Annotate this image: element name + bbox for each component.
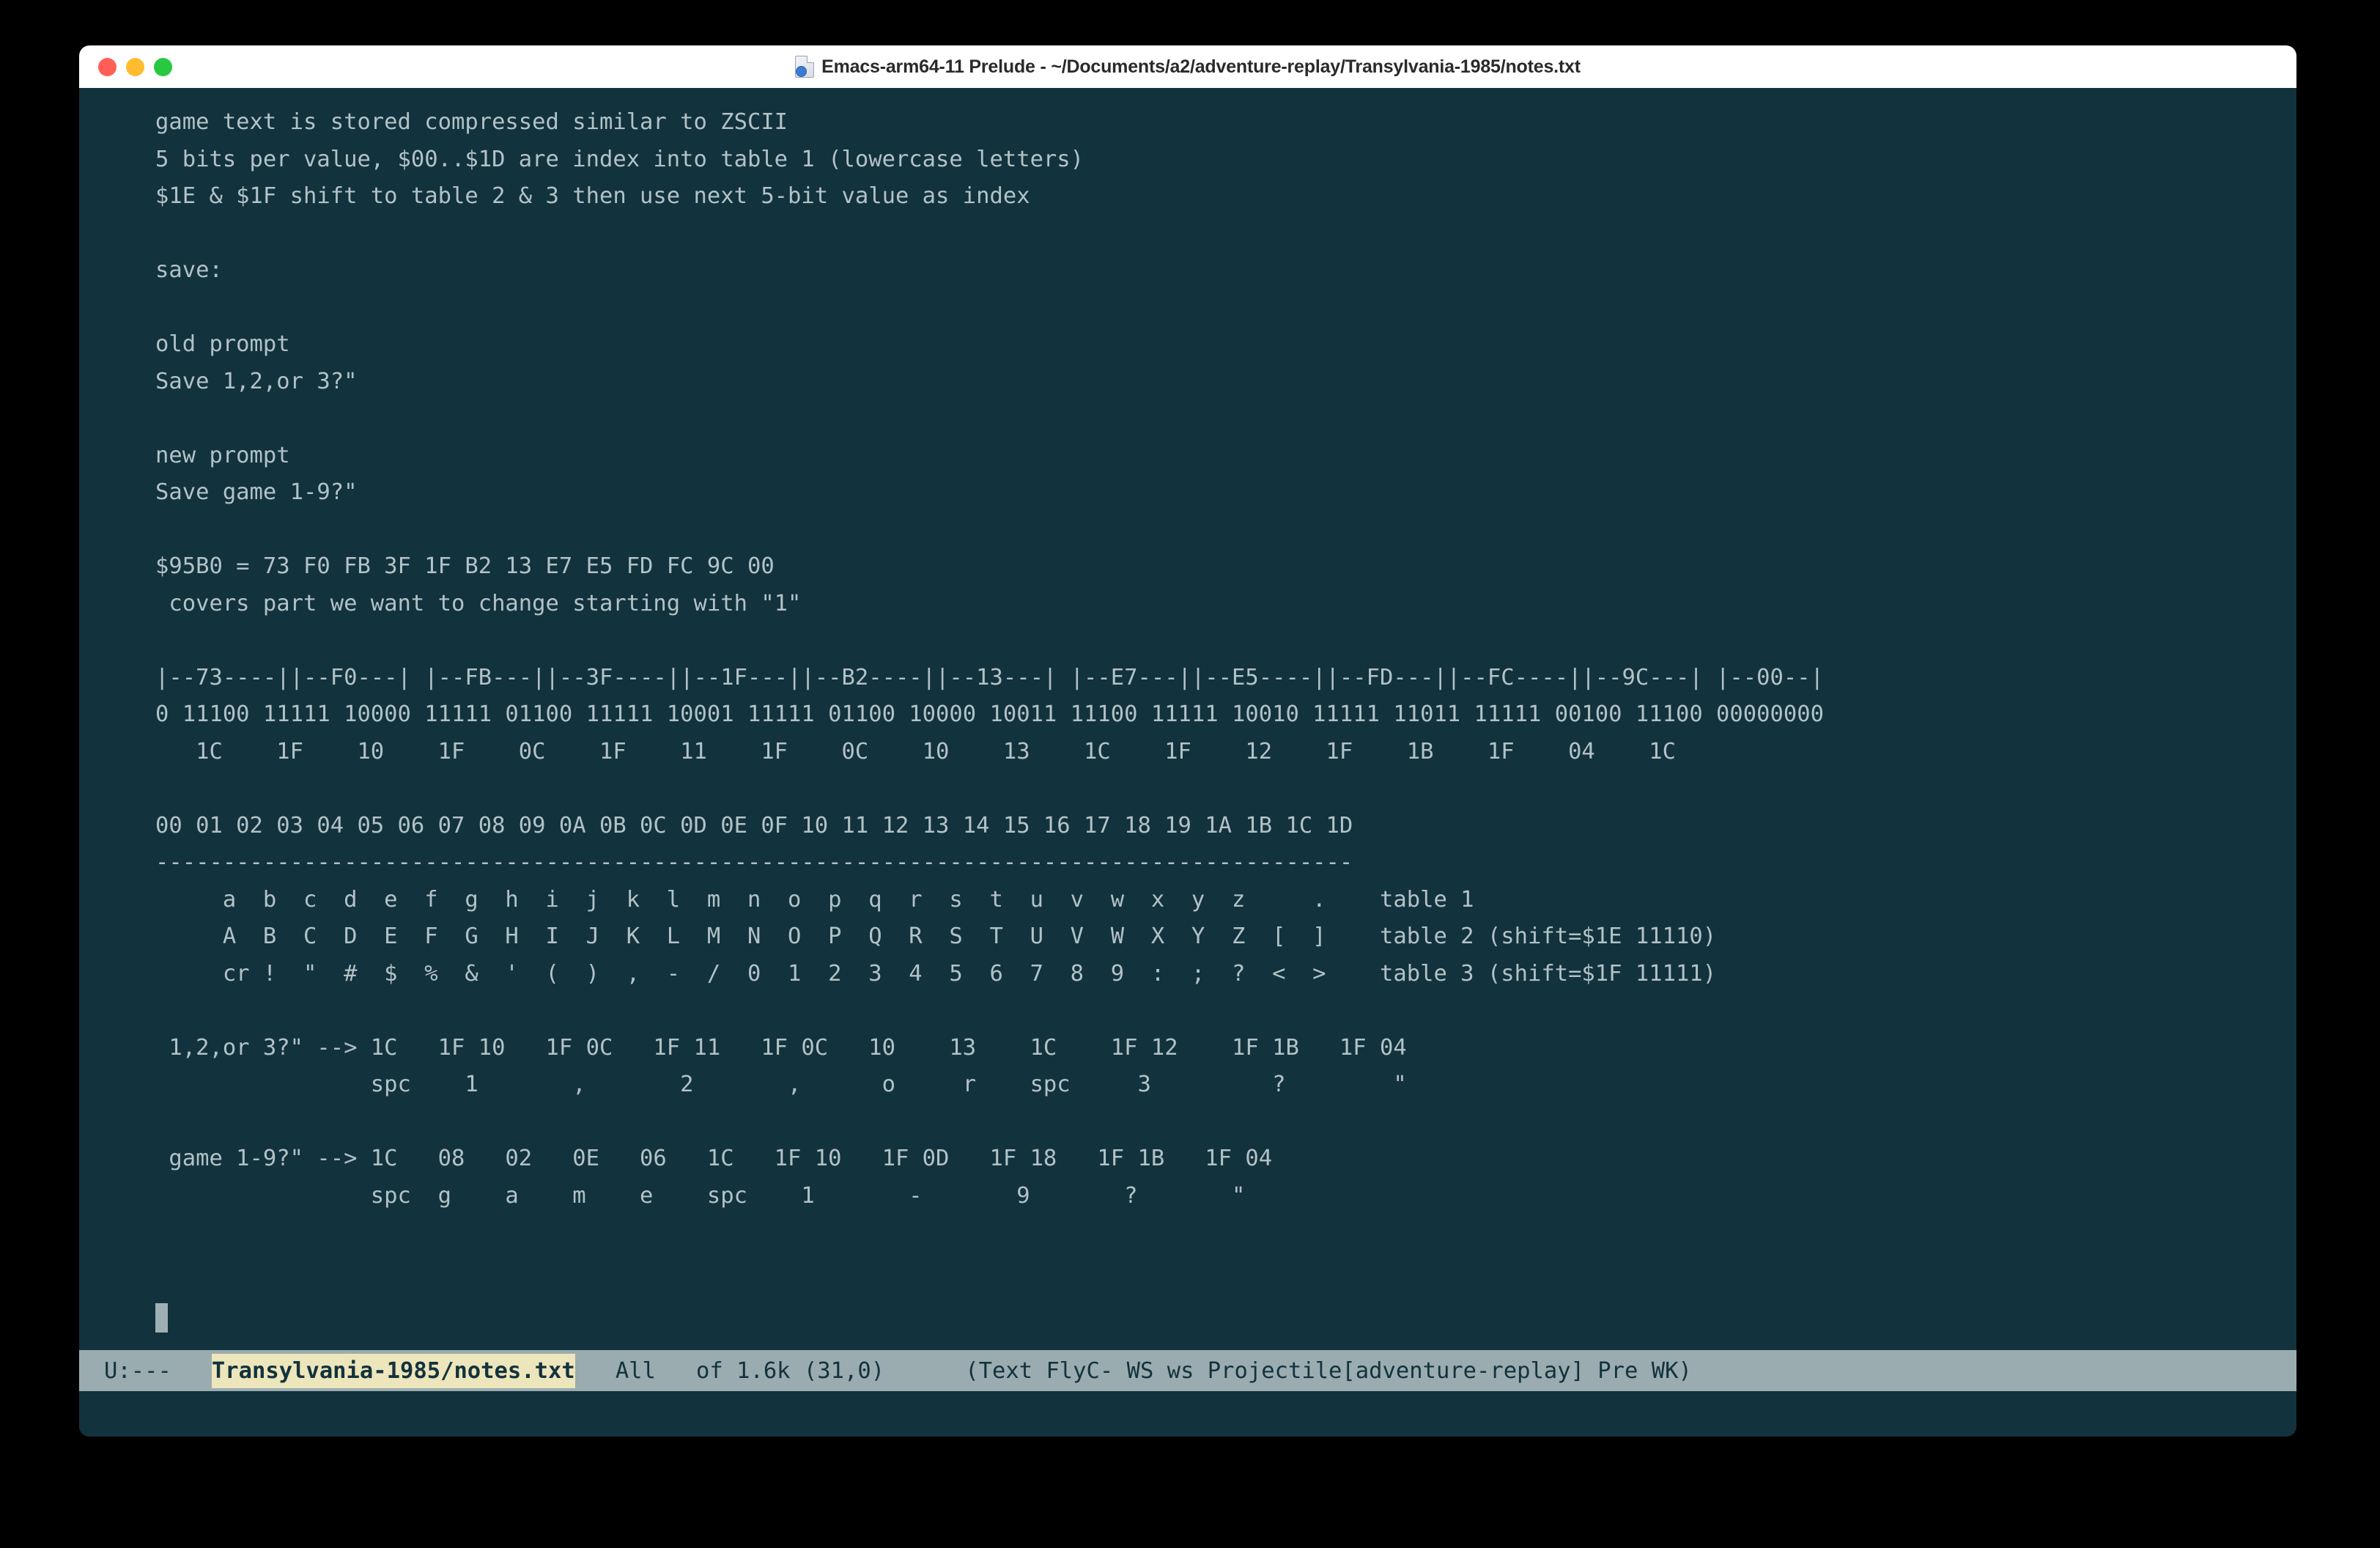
modeline-position: All (615, 1357, 656, 1384)
maximize-button[interactable] (154, 57, 172, 76)
window-titlebar[interactable]: Emacs-arm64-11 Prelude - ~/Documents/a2/… (79, 45, 2296, 88)
window-controls (98, 57, 172, 76)
document-globe-icon (795, 56, 815, 78)
emacs-modeline: U:--- Transylvania-1985/notes.txt All of… (79, 1350, 2296, 1391)
screen: Emacs-arm64-11 Prelude - ~/Documents/a2/… (0, 0, 2380, 1548)
text-cursor (155, 1303, 168, 1333)
close-button[interactable] (98, 57, 117, 76)
emacs-window: Emacs-arm64-11 Prelude - ~/Documents/a2/… (79, 45, 2296, 1437)
window-title-container: Emacs-arm64-11 Prelude - ~/Documents/a2/… (79, 45, 2296, 88)
modeline-size-info: of 1.6k (31,0) (696, 1357, 885, 1384)
buffer-text[interactable]: game text is stored compressed similar t… (79, 104, 2296, 1215)
modeline-modes: (Text FlyC- WS ws Projectile[adventure-r… (965, 1357, 1692, 1384)
echo-area (79, 1391, 2296, 1437)
window-title: Emacs-arm64-11 Prelude - ~/Documents/a2/… (821, 56, 1581, 77)
modeline-buffer-name[interactable]: Transylvania-1985/notes.txt (211, 1353, 575, 1388)
modeline-status: U:--- (104, 1357, 171, 1384)
minimize-button[interactable] (126, 57, 144, 76)
emacs-buffer[interactable]: game text is stored compressed similar t… (79, 88, 2296, 1344)
